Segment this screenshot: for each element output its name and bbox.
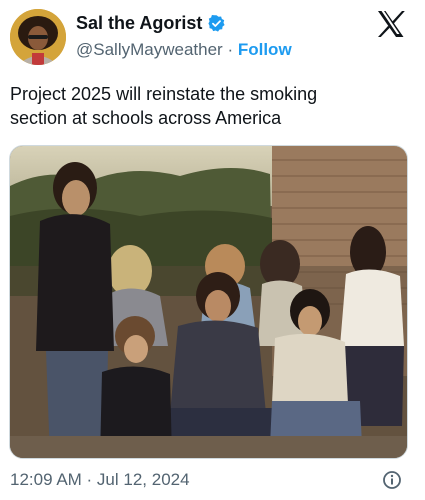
author-display-name[interactable]: Sal the Agorist (76, 13, 202, 34)
tweet-photo[interactable] (9, 145, 408, 459)
info-icon[interactable] (382, 470, 402, 490)
tweet-timestamp[interactable]: 12:09 AM · Jul 12, 2024 (10, 470, 190, 490)
follow-button[interactable]: Follow (238, 40, 292, 59)
author-handle[interactable]: @SallyMayweather (76, 40, 223, 59)
tweet-text: Project 2025 will reinstate the smoking … (10, 84, 318, 128)
handle-separator: · (227, 40, 234, 59)
author-handle-row: @SallyMayweather · Follow (76, 40, 292, 60)
avatar[interactable] (10, 9, 66, 65)
author-name-row: Sal the Agorist (76, 13, 226, 34)
verified-badge-icon (208, 15, 225, 32)
x-logo-icon[interactable] (376, 10, 406, 38)
